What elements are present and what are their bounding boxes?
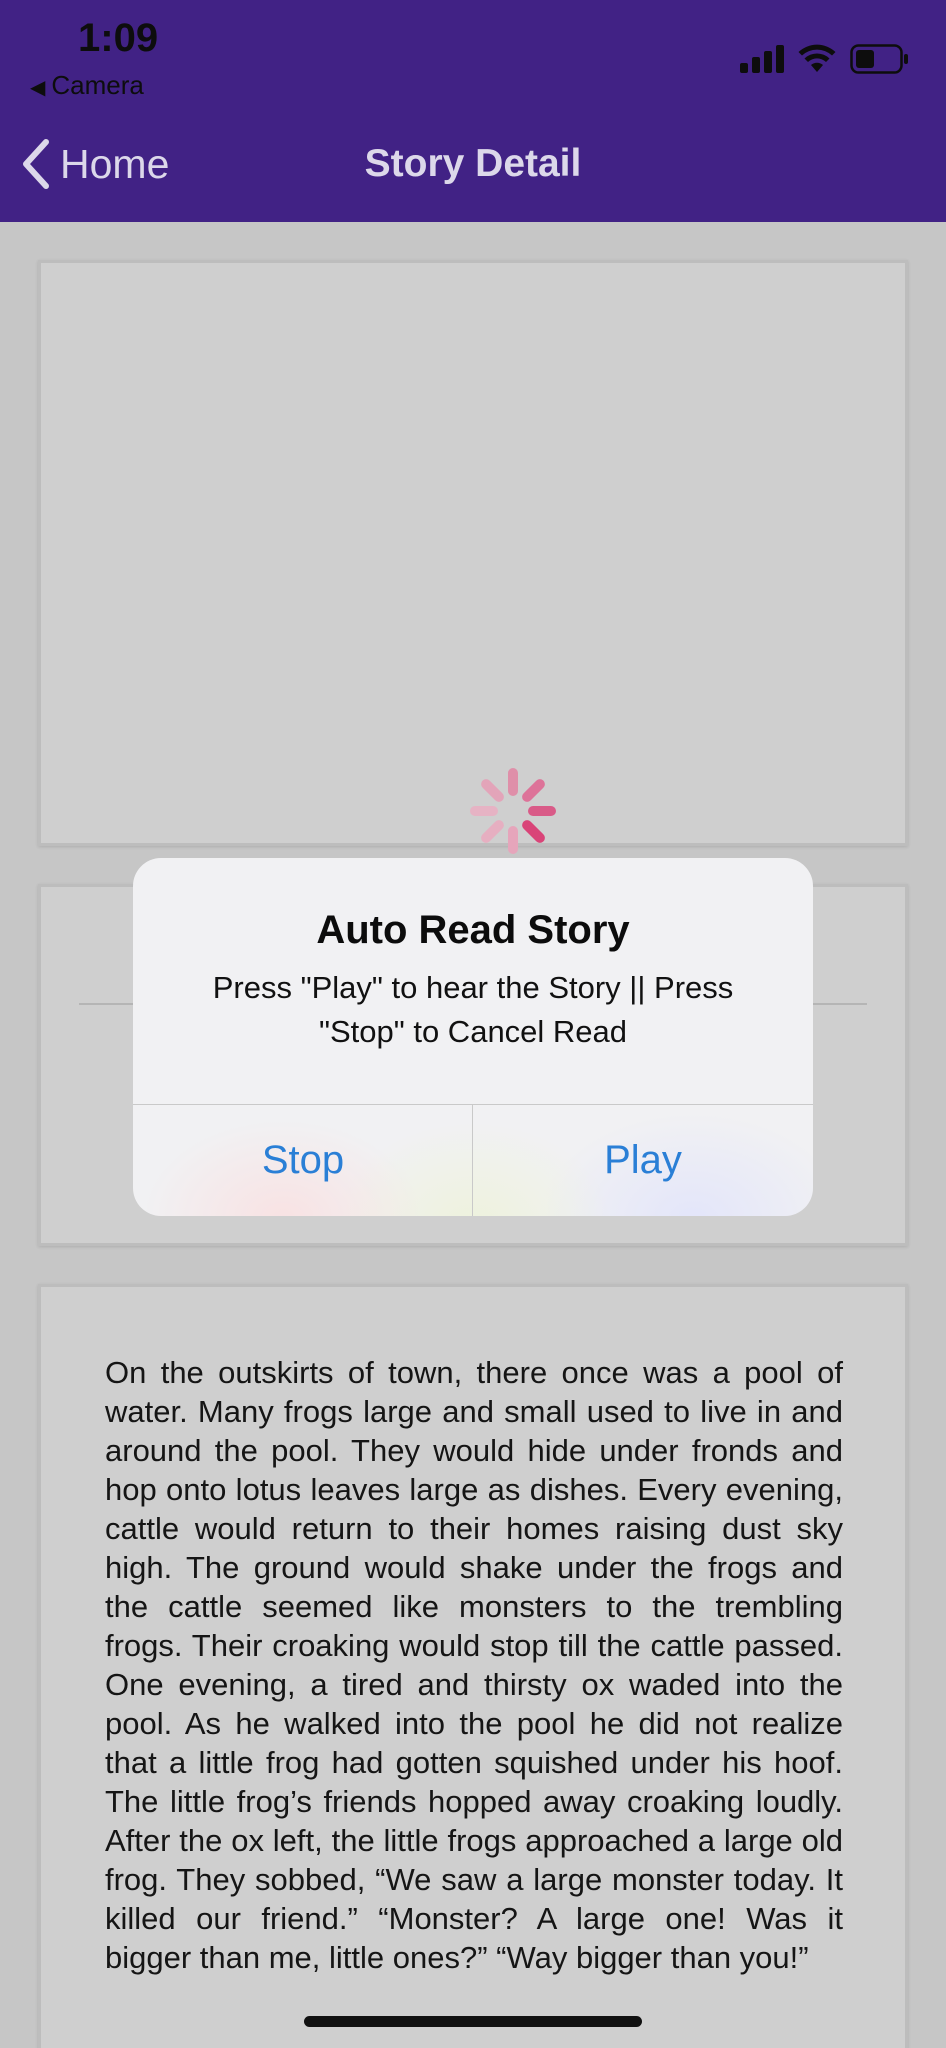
status-time: 1:09 [78, 16, 159, 60]
battery-icon [850, 44, 908, 74]
wifi-icon [798, 44, 836, 72]
alert-title: Auto Read Story [316, 908, 630, 952]
back-app-label: Camera [51, 70, 144, 100]
triangle-left-icon: ◀ [30, 77, 46, 99]
alert-message: Press "Play" to hear the Story || Press … [212, 970, 734, 1049]
stop-button[interactable]: Stop [133, 1105, 473, 1216]
home-indicator[interactable] [304, 2016, 642, 2027]
cellular-signal-icon [740, 45, 784, 73]
story-image-card [38, 260, 908, 1043]
play-button[interactable]: Play [473, 1105, 813, 1216]
story-text-card: On the outskirts of town, there once was… [38, 1284, 908, 2048]
top-bar: 1:09 ◀ Camera Home Story Detail [0, 0, 946, 222]
loading-spinner-icon [470, 768, 556, 854]
auto-read-alert: Auto Read Story Press "Play" to hear the… [133, 858, 813, 1216]
back-to-camera-link[interactable]: ◀ Camera [30, 70, 144, 101]
page-title: Story Detail [364, 142, 582, 185]
story-text: On the outskirts of town, there once was… [105, 1355, 843, 1975]
status-icons [740, 42, 910, 76]
